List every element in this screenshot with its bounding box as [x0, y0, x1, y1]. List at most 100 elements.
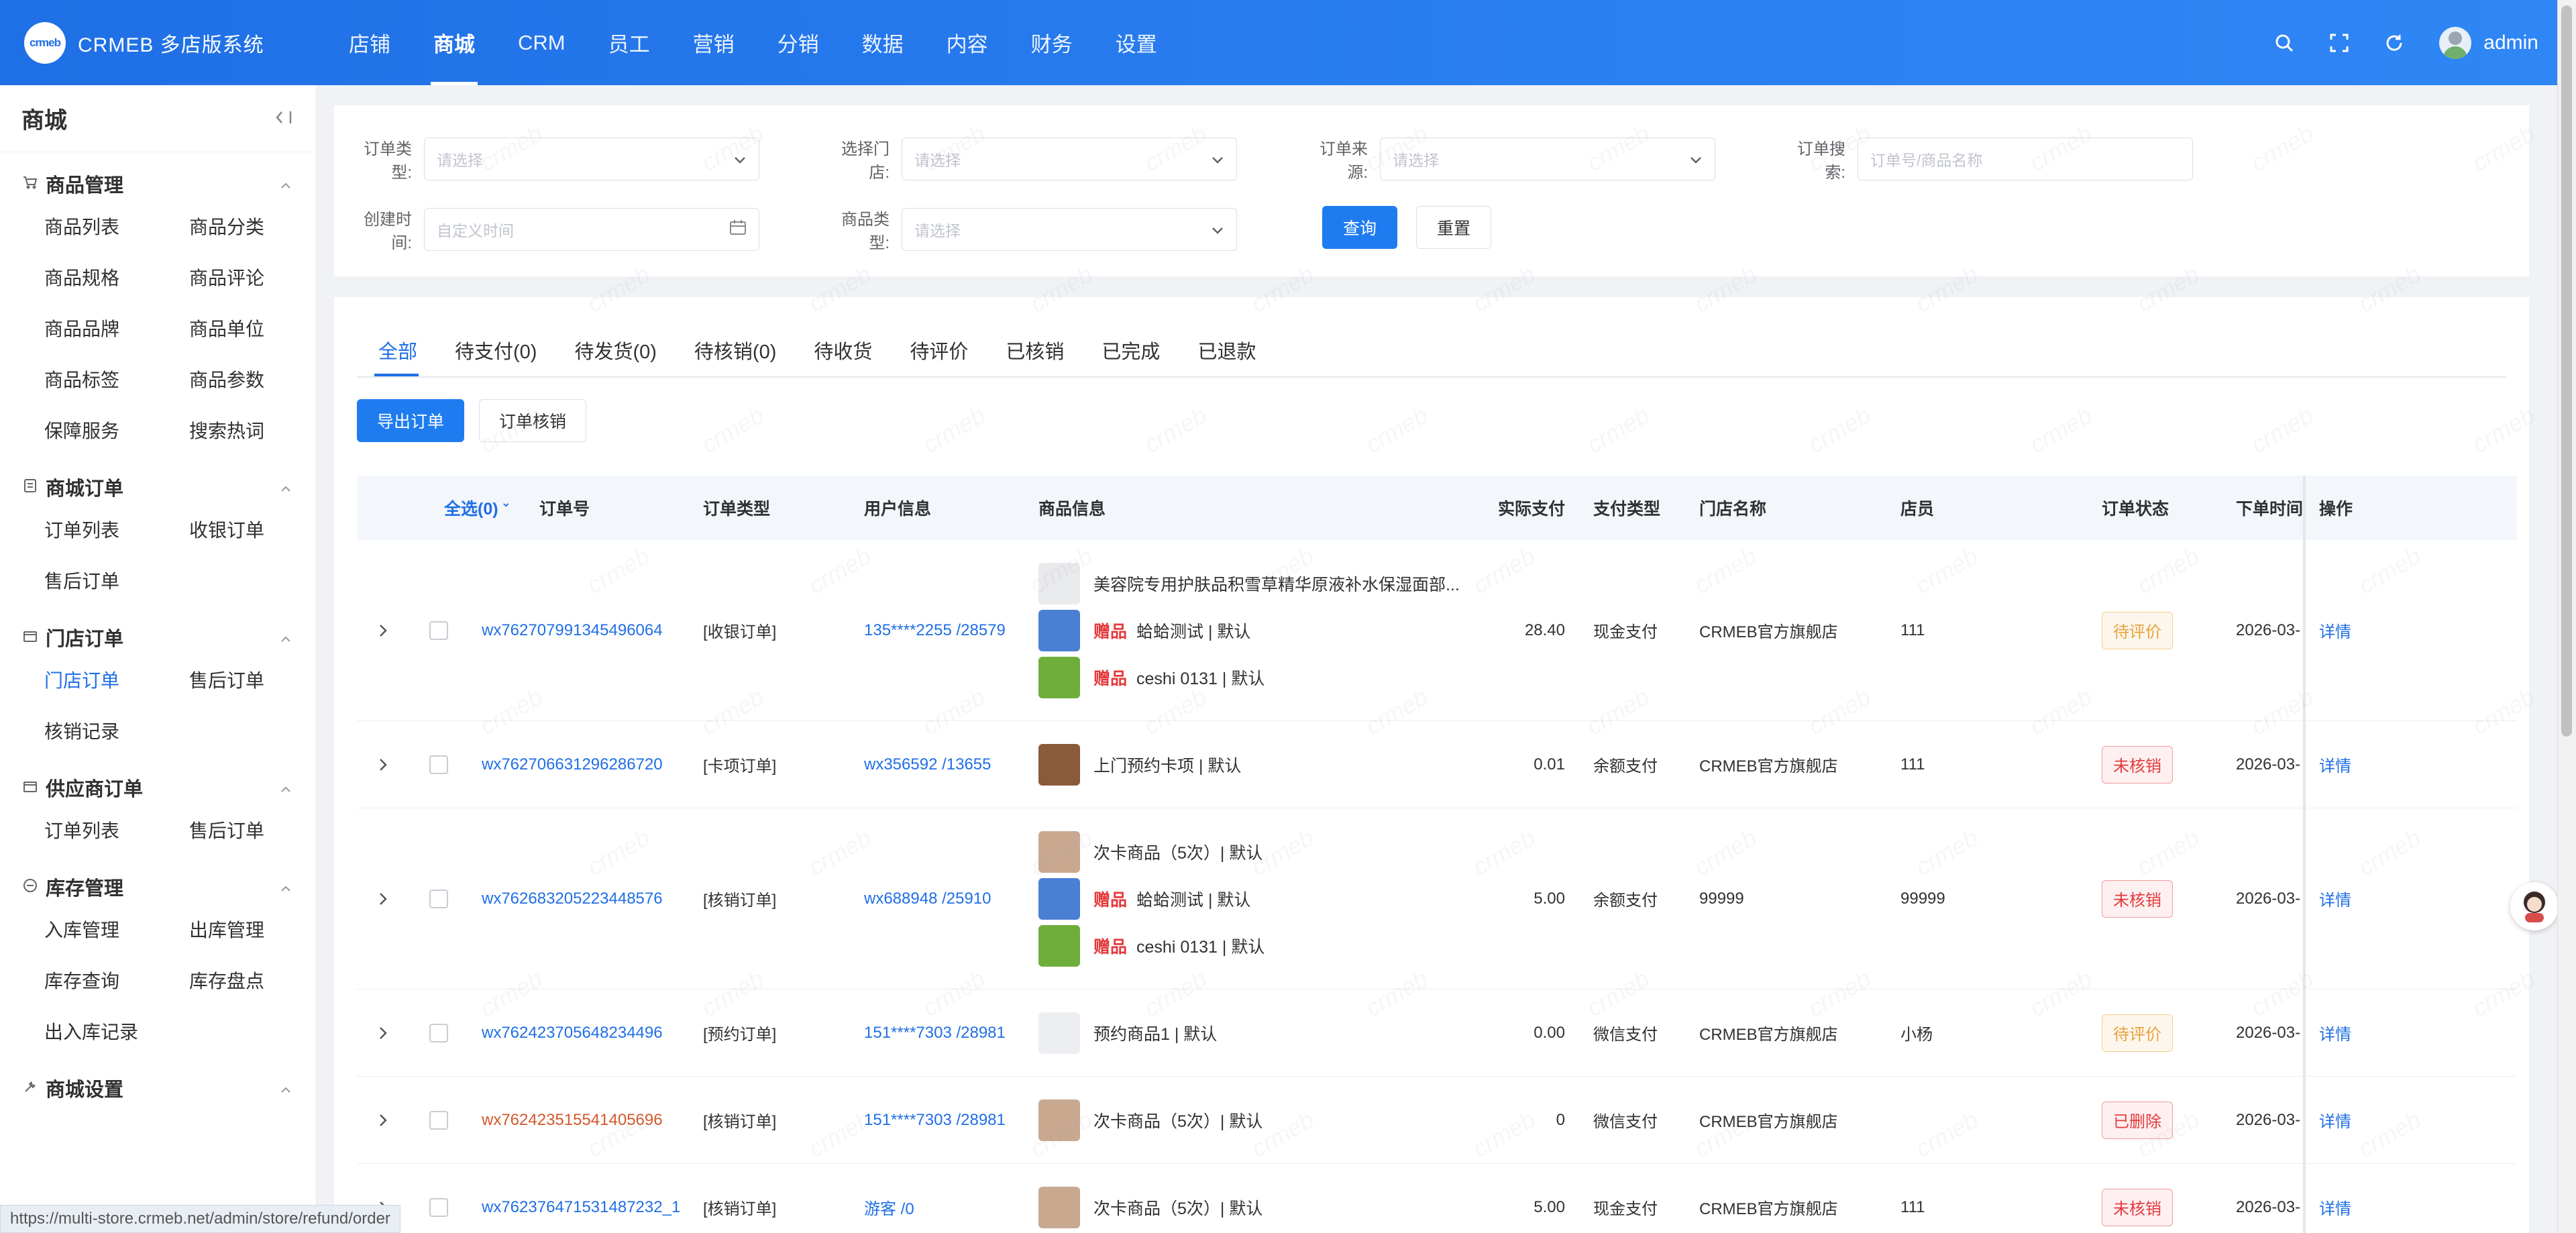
order-number-link[interactable]: wx762707991345496064 [468, 621, 703, 640]
sidebar-item[interactable]: 收银订单 [189, 504, 334, 555]
user-info-link[interactable]: wx356592 /13655 [864, 755, 1038, 774]
detail-link[interactable]: 详情 [2303, 540, 2383, 720]
user-info-link[interactable]: 游客 /0 [864, 1195, 1038, 1219]
sidebar-item[interactable]: 库存查询 [44, 955, 189, 1006]
user-info-link[interactable]: 151****7303 /28981 [864, 1111, 1038, 1130]
expand-row-icon[interactable] [357, 1113, 409, 1128]
sidebar-item[interactable]: 入库管理 [44, 904, 189, 955]
sidebar-item[interactable]: 商品评论 [189, 252, 334, 303]
export-orders-button[interactable]: 导出订单 [357, 399, 464, 442]
goods-type-select[interactable]: 请选择 [902, 208, 1237, 251]
sidebar-item[interactable]: 商品单位 [189, 303, 334, 354]
detail-link[interactable]: 详情 [2303, 1077, 2383, 1163]
table-row: wx762707991345496064 [收银订单] 135****2255 /2… [357, 540, 2517, 721]
detail-link[interactable]: 详情 [2303, 721, 2383, 808]
sidebar-item[interactable]: 订单列表 [44, 804, 189, 855]
expand-row-icon[interactable] [357, 1026, 409, 1040]
detail-link[interactable]: 详情 [2303, 1164, 2383, 1233]
status-tab[interactable]: 已核销 [987, 324, 1083, 376]
expand-row-icon[interactable] [357, 892, 409, 906]
sidebar-item[interactable]: 售后订单 [189, 804, 334, 855]
sidebar-item[interactable]: 订单列表 [44, 504, 189, 555]
sidebar-group-header[interactable]: 库存管理 [0, 870, 316, 904]
order-number-link[interactable]: wx762423705648234496 [468, 1024, 703, 1042]
fullscreen-icon[interactable] [2329, 33, 2349, 53]
sidebar-group-header[interactable]: 门店订单 [0, 621, 316, 654]
user-menu[interactable]: admin [2439, 26, 2538, 59]
nav-item[interactable]: 数据 [841, 0, 925, 85]
order-number-link[interactable]: wx762683205223448576 [468, 890, 703, 908]
store-select[interactable]: 请选择 [902, 138, 1237, 180]
expand-row-icon[interactable] [357, 623, 409, 638]
nav-item[interactable]: CRM [496, 0, 587, 85]
row-checkbox[interactable] [429, 621, 448, 640]
sidebar-item[interactable]: 商品参数 [189, 354, 334, 405]
user-info-link[interactable]: 135****2255 /28579 [864, 621, 1038, 640]
order-type-select[interactable]: 请选择 [424, 138, 759, 180]
sidebar-item[interactable]: 售后订单 [189, 654, 334, 705]
brand-logo[interactable]: crmeb CRMEB 多店版系统 [24, 21, 319, 64]
order-number-link[interactable]: wx762376471531487232_1 [468, 1198, 703, 1217]
nav-item[interactable]: 内容 [925, 0, 1010, 85]
expand-row-icon[interactable] [357, 757, 409, 772]
order-number-link[interactable]: wx762423515541405696 [468, 1111, 703, 1130]
nav-item[interactable]: 店铺 [327, 0, 412, 85]
status-tab[interactable]: 已完成 [1083, 324, 1179, 376]
status-tab[interactable]: 待评价 [891, 324, 987, 376]
detail-link[interactable]: 详情 [2303, 989, 2383, 1076]
search-icon[interactable] [2274, 33, 2294, 53]
row-checkbox[interactable] [429, 1110, 448, 1130]
sidebar-item[interactable]: 商品规格 [44, 252, 189, 303]
user-info-link[interactable]: 151****7303 /28981 [864, 1024, 1038, 1042]
created-time-label: 创建时间: [364, 211, 412, 252]
order-search-input[interactable]: 订单号/商品名称 [1858, 138, 2193, 180]
status-tab[interactable]: 待收货 [795, 324, 891, 376]
status-tab[interactable]: 已退款 [1179, 324, 1275, 376]
sidebar-group-header[interactable]: 商城设置 [0, 1071, 316, 1105]
gift-tag: 赠品 [1093, 937, 1128, 957]
date-range-picker[interactable]: 自定义时间 [424, 208, 759, 251]
reset-button[interactable]: 重置 [1416, 206, 1491, 249]
sidebar-item[interactable]: 商品分类 [189, 201, 334, 252]
sidebar-item[interactable]: 保障服务 [44, 405, 189, 455]
sidebar-item[interactable]: 出入库记录 [44, 1006, 189, 1057]
detail-link[interactable]: 详情 [2303, 808, 2383, 989]
sidebar-item[interactable]: 库存盘点 [189, 955, 334, 1006]
row-checkbox[interactable] [429, 755, 448, 774]
source-select[interactable]: 请选择 [1380, 138, 1715, 180]
nav-item[interactable]: 商城 [412, 0, 496, 85]
scrollbar-thumb[interactable] [2561, 5, 2572, 737]
sidebar-item[interactable]: 搜索热词 [189, 405, 334, 455]
user-info-link[interactable]: wx688948 /25910 [864, 890, 1038, 908]
query-button[interactable]: 查询 [1322, 206, 1397, 249]
sidebar-group-header[interactable]: 供应商订单 [0, 771, 316, 804]
nav-item[interactable]: 设置 [1094, 0, 1179, 85]
sidebar-group-header[interactable]: 商城订单 [0, 470, 316, 504]
row-checkbox[interactable] [429, 1197, 448, 1217]
refresh-icon[interactable] [2384, 33, 2404, 53]
status-tab[interactable]: 待支付(0) [436, 324, 555, 376]
sidebar-item[interactable]: 商品列表 [44, 201, 189, 252]
row-checkbox[interactable] [429, 1023, 448, 1042]
nav-item[interactable]: 员工 [587, 0, 672, 85]
nav-item[interactable]: 营销 [672, 0, 756, 85]
order-number-link[interactable]: wx762706631296286720 [468, 755, 703, 774]
page-scrollbar[interactable] [2557, 0, 2576, 1233]
status-tab[interactable]: 待核销(0) [676, 324, 795, 376]
nav-item[interactable]: 分销 [756, 0, 841, 85]
select-all-dropdown[interactable]: 全选(0) ⌄ [409, 496, 511, 520]
collapse-sidebar-icon[interactable] [274, 105, 293, 131]
status-tab[interactable]: 待发货(0) [555, 324, 675, 376]
customer-service-avatar[interactable] [2510, 882, 2559, 930]
sidebar-item[interactable]: 出库管理 [189, 904, 334, 955]
row-checkbox[interactable] [429, 889, 448, 908]
sidebar-item[interactable]: 核销记录 [44, 705, 189, 756]
nav-item[interactable]: 财务 [1010, 0, 1094, 85]
sidebar-group-header[interactable]: 商品管理 [0, 167, 316, 201]
sidebar-item[interactable]: 商品品牌 [44, 303, 189, 354]
verify-order-button[interactable]: 订单核销 [479, 399, 586, 442]
sidebar-item[interactable]: 商品标签 [44, 354, 189, 405]
sidebar-item[interactable]: 门店订单 [44, 654, 189, 705]
status-tab[interactable]: 全部 [357, 324, 436, 376]
sidebar-item[interactable]: 售后订单 [44, 555, 189, 606]
